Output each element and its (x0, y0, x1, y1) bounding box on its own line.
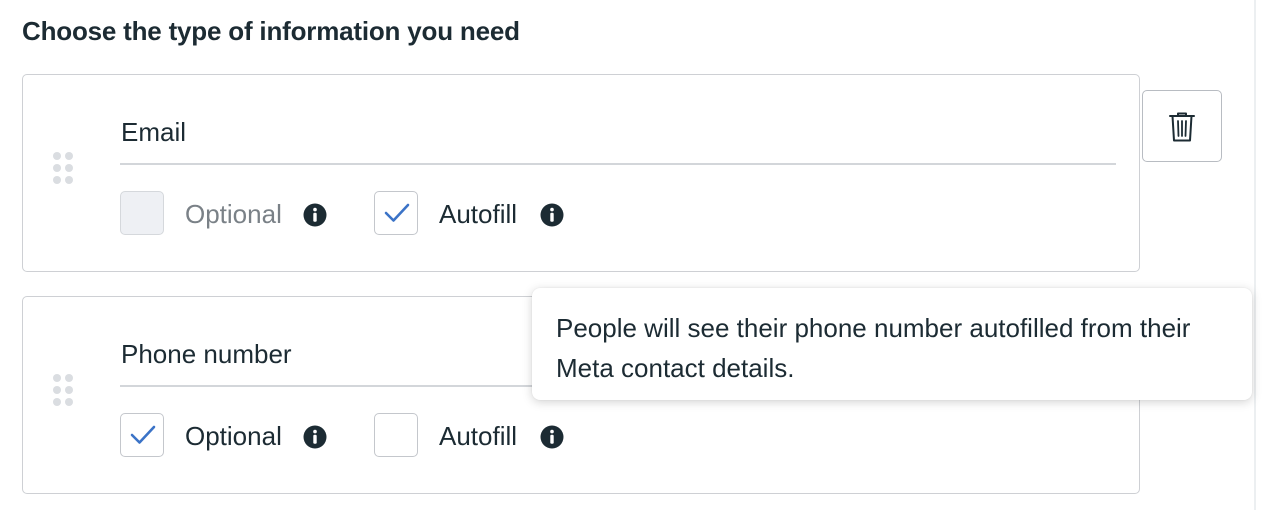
optional-label-email: Optional (185, 199, 282, 229)
optional-checkbox-email[interactable] (120, 191, 164, 235)
info-icon[interactable] (303, 203, 327, 227)
checkmark-icon (130, 425, 156, 444)
delete-field-button[interactable] (1142, 90, 1222, 162)
field-name-email: Email (121, 117, 187, 147)
trash-icon (1169, 112, 1195, 142)
optional-label-phone: Optional (185, 421, 282, 451)
autofill-label-email: Autofill (439, 199, 518, 229)
info-icon[interactable] (540, 425, 564, 449)
drag-handle-icon[interactable] (53, 152, 73, 184)
autofill-tooltip: People will see their phone number autof… (532, 288, 1252, 400)
autofill-checkbox-email[interactable] (374, 191, 418, 235)
info-icon[interactable] (540, 203, 564, 227)
section-title: Choose the type of information you need (22, 16, 520, 46)
optional-checkbox-phone[interactable] (120, 413, 164, 457)
autofill-label-phone: Autofill (439, 421, 518, 451)
info-icon[interactable] (303, 425, 327, 449)
right-panel-divider (1254, 0, 1256, 510)
drag-handle-icon[interactable] (53, 374, 73, 406)
field-name-phone: Phone number (121, 339, 292, 369)
field-underline (120, 163, 1116, 165)
autofill-checkbox-phone[interactable] (374, 413, 418, 457)
field-card-email: Email Optional Autofill (22, 74, 1140, 272)
checkmark-icon (384, 203, 410, 222)
